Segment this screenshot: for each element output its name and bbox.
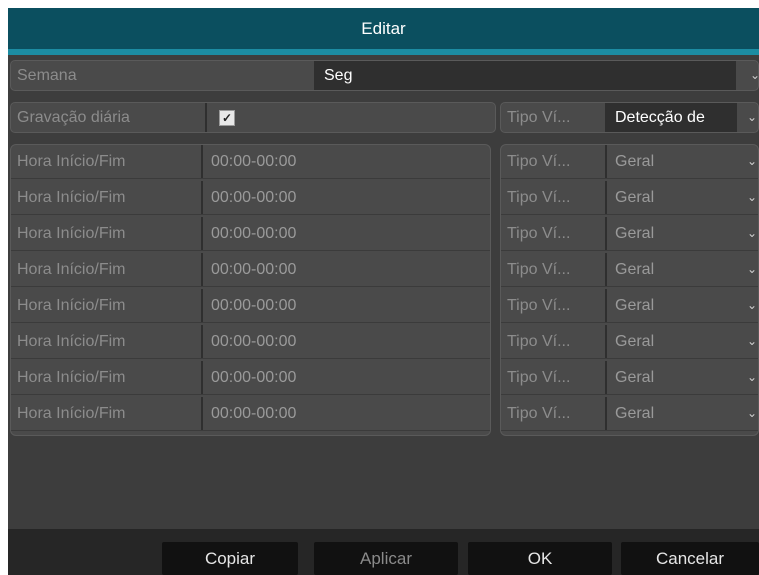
dialog-title: Editar: [8, 8, 759, 49]
daily-recording-label: Gravação diária: [17, 109, 130, 126]
chevron-down-icon[interactable]: ⌄: [747, 103, 757, 132]
chevron-down-icon[interactable]: ⌄: [747, 217, 757, 250]
time-range-field[interactable]: 00:00-00:00: [203, 217, 489, 250]
time-range-field[interactable]: 00:00-00:00: [203, 145, 489, 178]
period-type-row: Tipo Ví... Geral ⌄: [501, 145, 758, 179]
daily-type-row: Tipo Ví... Detecção de ⌄: [500, 102, 759, 133]
start-end-time-label: Hora Início/Fim: [17, 225, 126, 242]
video-type-select[interactable]: Geral: [607, 325, 737, 358]
period-type-row: Tipo Ví... Geral ⌄: [501, 397, 758, 431]
chevron-down-icon[interactable]: ⌄: [747, 289, 757, 322]
period-row: Hora Início/Fim 00:00-00:00: [11, 217, 490, 251]
edit-dialog: Editar Semana Seg ⌄ Gravação diária ✓ Ti…: [8, 8, 759, 575]
apply-button[interactable]: Aplicar: [314, 542, 458, 575]
period-row: Hora Início/Fim 00:00-00:00: [11, 361, 490, 395]
time-range-field[interactable]: 00:00-00:00: [203, 361, 489, 394]
period-row: Hora Início/Fim 00:00-00:00: [11, 289, 490, 323]
period-row: Hora Início/Fim 00:00-00:00: [11, 325, 490, 359]
video-type-select[interactable]: Geral: [607, 361, 737, 394]
video-type-panel: Tipo Ví... Geral ⌄ Tipo Ví... Geral ⌄ Tipo Ví.…: [500, 144, 759, 436]
week-label: Semana: [17, 67, 77, 84]
video-type-label: Tipo Ví...: [507, 333, 571, 350]
start-end-time-label: Hora Início/Fim: [17, 297, 126, 314]
video-type-label: Tipo Ví...: [507, 153, 571, 170]
daily-type-select[interactable]: Detecção de: [607, 103, 737, 132]
period-type-row: Tipo Ví... Geral ⌄: [501, 217, 758, 251]
video-type-label: Tipo Ví...: [507, 109, 571, 126]
video-type-label: Tipo Ví...: [507, 189, 571, 206]
checkmark-icon: ✓: [221, 111, 233, 125]
video-type-select[interactable]: Geral: [607, 181, 737, 214]
time-range-field[interactable]: 00:00-00:00: [203, 397, 489, 430]
cancel-button[interactable]: Cancelar: [621, 542, 759, 575]
start-end-time-label: Hora Início/Fim: [17, 405, 126, 422]
start-end-time-label: Hora Início/Fim: [17, 333, 126, 350]
period-type-row: Tipo Ví... Geral ⌄: [501, 361, 758, 395]
video-type-select[interactable]: Geral: [607, 145, 737, 178]
week-select[interactable]: Seg: [316, 61, 736, 90]
video-type-label: Tipo Ví...: [507, 369, 571, 386]
video-type-label: Tipo Ví...: [507, 297, 571, 314]
chevron-down-icon[interactable]: ⌄: [747, 145, 757, 178]
video-type-label: Tipo Ví...: [507, 405, 571, 422]
week-row: Semana Seg ⌄: [10, 60, 759, 91]
period-type-row: Tipo Ví... Geral ⌄: [501, 289, 758, 323]
period-row: Hora Início/Fim 00:00-00:00: [11, 181, 490, 215]
video-type-select[interactable]: Geral: [607, 397, 737, 430]
start-end-time-label: Hora Início/Fim: [17, 261, 126, 278]
time-range-field[interactable]: 00:00-00:00: [203, 253, 489, 286]
period-row: Hora Início/Fim 00:00-00:00: [11, 397, 490, 431]
time-range-field[interactable]: 00:00-00:00: [203, 181, 489, 214]
chevron-down-icon[interactable]: ⌄: [747, 253, 757, 286]
video-type-select[interactable]: Geral: [607, 217, 737, 250]
chevron-down-icon[interactable]: ⌄: [747, 325, 757, 358]
start-end-time-label: Hora Início/Fim: [17, 153, 126, 170]
ok-button[interactable]: OK: [468, 542, 612, 575]
start-end-time-label: Hora Início/Fim: [17, 189, 126, 206]
video-type-select[interactable]: Geral: [607, 253, 737, 286]
daily-recording-row: Gravação diária ✓: [10, 102, 496, 133]
chevron-down-icon[interactable]: ⌄: [750, 61, 759, 90]
divider: [205, 103, 207, 132]
period-type-row: Tipo Ví... Geral ⌄: [501, 325, 758, 359]
video-type-label: Tipo Ví...: [507, 225, 571, 242]
period-type-row: Tipo Ví... Geral ⌄: [501, 181, 758, 215]
period-row: Hora Início/Fim 00:00-00:00: [11, 253, 490, 287]
period-type-row: Tipo Ví... Geral ⌄: [501, 253, 758, 287]
time-periods-panel: Hora Início/Fim 00:00-00:00 Hora Início/Fi…: [10, 144, 491, 436]
video-type-label: Tipo Ví...: [507, 261, 571, 278]
chevron-down-icon[interactable]: ⌄: [747, 181, 757, 214]
period-row: Hora Início/Fim 00:00-00:00: [11, 145, 490, 179]
daily-recording-checkbox[interactable]: ✓: [219, 110, 235, 126]
chevron-down-icon[interactable]: ⌄: [747, 397, 757, 430]
title-accent-bar: [8, 49, 759, 55]
chevron-down-icon[interactable]: ⌄: [747, 361, 757, 394]
copy-button[interactable]: Copiar: [162, 542, 298, 575]
start-end-time-label: Hora Início/Fim: [17, 369, 126, 386]
time-range-field[interactable]: 00:00-00:00: [203, 325, 489, 358]
time-range-field[interactable]: 00:00-00:00: [203, 289, 489, 322]
video-type-select[interactable]: Geral: [607, 289, 737, 322]
